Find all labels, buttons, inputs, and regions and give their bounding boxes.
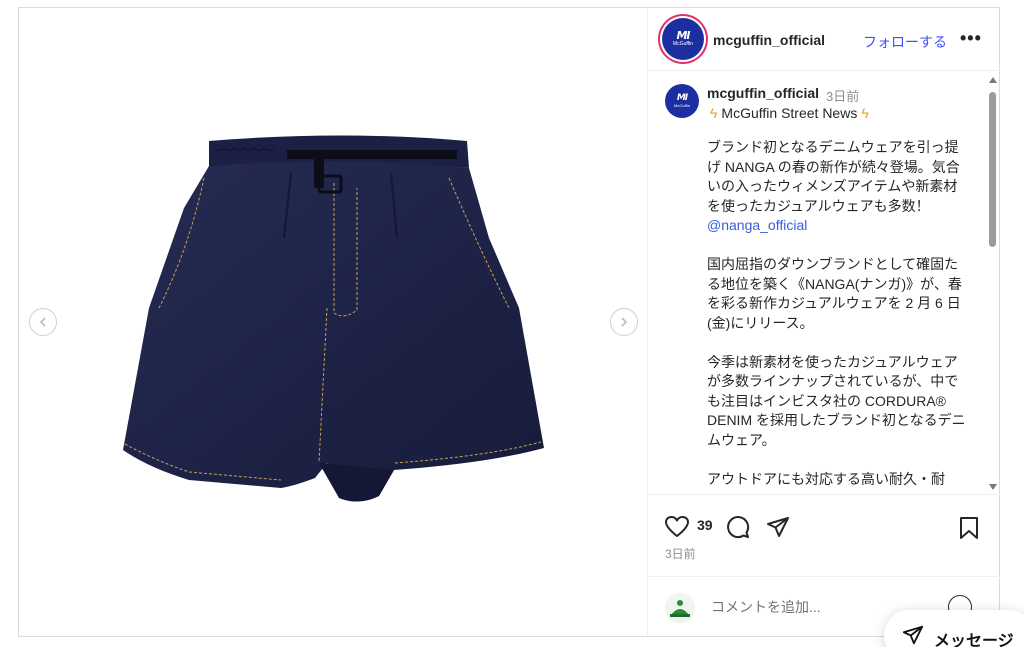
post-media xyxy=(19,8,648,636)
brand-logo-text: McGuffin xyxy=(673,41,693,47)
caption-avatar[interactable]: MI McGuffin xyxy=(665,84,699,118)
caption-body: ブランド初となるデニムウェアを引っ提げ NANGA の春の新作が続々登場。気合い… xyxy=(707,138,967,494)
messages-button[interactable]: メッセージ xyxy=(884,610,1024,647)
post-sidebar: MI McGuffin mcguffin_official フォローする •••… xyxy=(648,8,1000,636)
caption-area[interactable]: MI McGuffin mcguffin_official 3日前 ϟ McGu… xyxy=(648,72,1000,494)
denim-shorts-image xyxy=(123,135,544,502)
mention-link[interactable]: @nanga_official xyxy=(707,217,807,233)
comment-button[interactable] xyxy=(726,515,750,539)
next-image-button[interactable] xyxy=(610,308,638,336)
lightning-icon: ϟ xyxy=(861,105,869,121)
avatar[interactable]: MI McGuffin xyxy=(662,18,704,60)
caption-title-text: McGuffin Street News xyxy=(721,105,858,121)
brand-logo-text: McGuffin xyxy=(674,103,690,108)
caption-text: ブランド初となるデニムウェアを引っ提げ NANGA の春の新作が続々登場。気合い… xyxy=(707,139,960,214)
post-actions: 39 3日前 xyxy=(648,494,1000,576)
caption-paragraph: 今季は新素材を使ったカジュアルウェアが多数ラインナップされているが、中でも注目は… xyxy=(707,353,966,448)
follow-button[interactable]: フォローする xyxy=(863,32,947,52)
share-button[interactable] xyxy=(766,515,790,539)
brand-logo-mark: MI xyxy=(676,93,688,103)
post-timestamp[interactable]: 3日前 xyxy=(665,545,696,562)
caption-title: ϟ McGuffin Street News ϟ xyxy=(710,105,869,121)
heart-icon xyxy=(665,516,689,537)
user-avatar[interactable] xyxy=(665,593,695,623)
avatar-image xyxy=(665,593,695,623)
caption-timestamp[interactable]: 3日前 xyxy=(826,86,859,105)
caption-scrollbar[interactable] xyxy=(986,72,998,494)
save-button[interactable] xyxy=(959,516,979,540)
caption-paragraph: ブランド初となるデニムウェアを引っ提げ NANGA の春の新作が続々登場。気合い… xyxy=(707,138,967,236)
scroll-thumb[interactable] xyxy=(989,92,996,247)
post-dialog: MI McGuffin mcguffin_official フォローする •••… xyxy=(18,7,1000,637)
messages-label: メッセージ xyxy=(934,633,1014,647)
chevron-left-icon xyxy=(39,317,46,327)
caption-paragraph: アウトドアにも対応する高い耐久・耐 xyxy=(707,470,945,487)
lightning-icon: ϟ xyxy=(710,105,718,121)
scroll-down-arrow[interactable] xyxy=(989,484,997,490)
post-username[interactable]: mcguffin_official xyxy=(713,32,825,48)
like-button[interactable] xyxy=(664,515,690,539)
more-options-button[interactable]: ••• xyxy=(960,28,982,49)
comment-icon xyxy=(727,516,750,539)
chevron-right-icon xyxy=(621,317,628,327)
brand-logo-mark: MI xyxy=(676,29,690,42)
previous-image-button[interactable] xyxy=(29,308,57,336)
bookmark-icon xyxy=(960,517,978,539)
like-count[interactable]: 39 xyxy=(697,517,713,533)
scroll-up-arrow[interactable] xyxy=(989,77,997,83)
paper-plane-icon xyxy=(902,625,924,645)
caption-paragraph: 国内屈指のダウンブランドとして確固たる地位を築く《NANGA(ナンガ)》が、春を… xyxy=(707,256,962,331)
paper-plane-icon xyxy=(767,517,789,537)
post-header: MI McGuffin mcguffin_official フォローする ••• xyxy=(648,8,1000,71)
caption-username[interactable]: mcguffin_official xyxy=(707,85,819,101)
